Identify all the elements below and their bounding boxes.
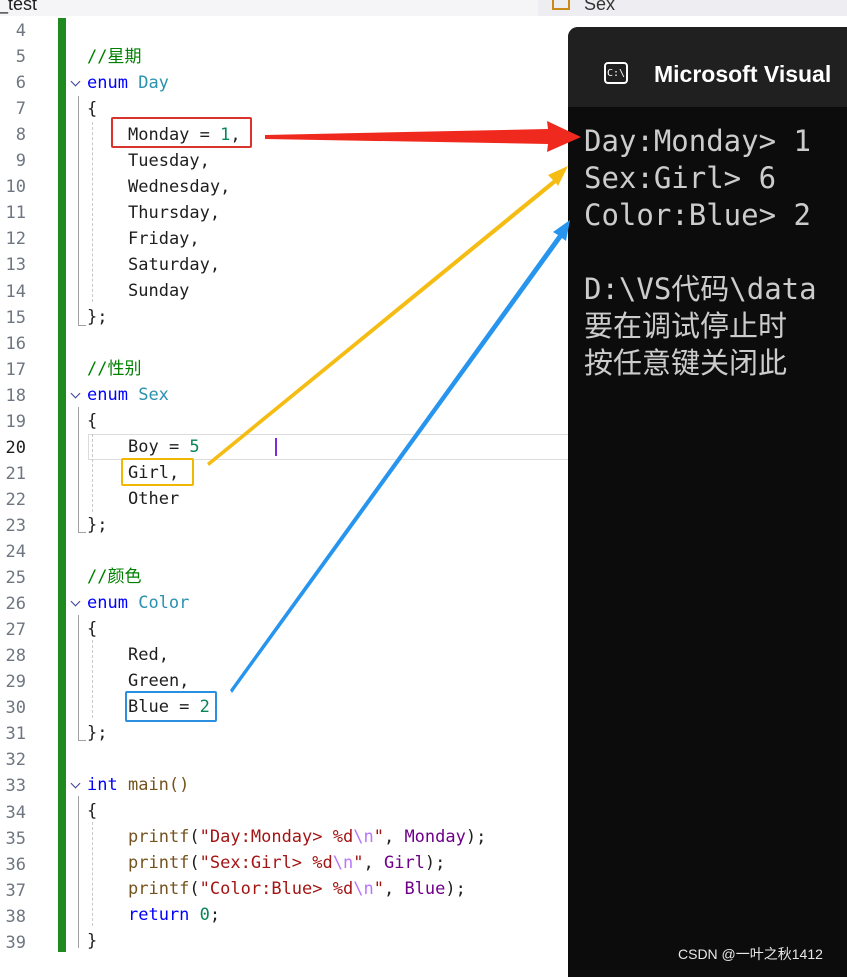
annotation-arrows — [207, 121, 581, 693]
red-arrow — [265, 121, 581, 152]
blue-arrow — [230, 220, 570, 693]
yellow-arrow — [207, 166, 568, 466]
